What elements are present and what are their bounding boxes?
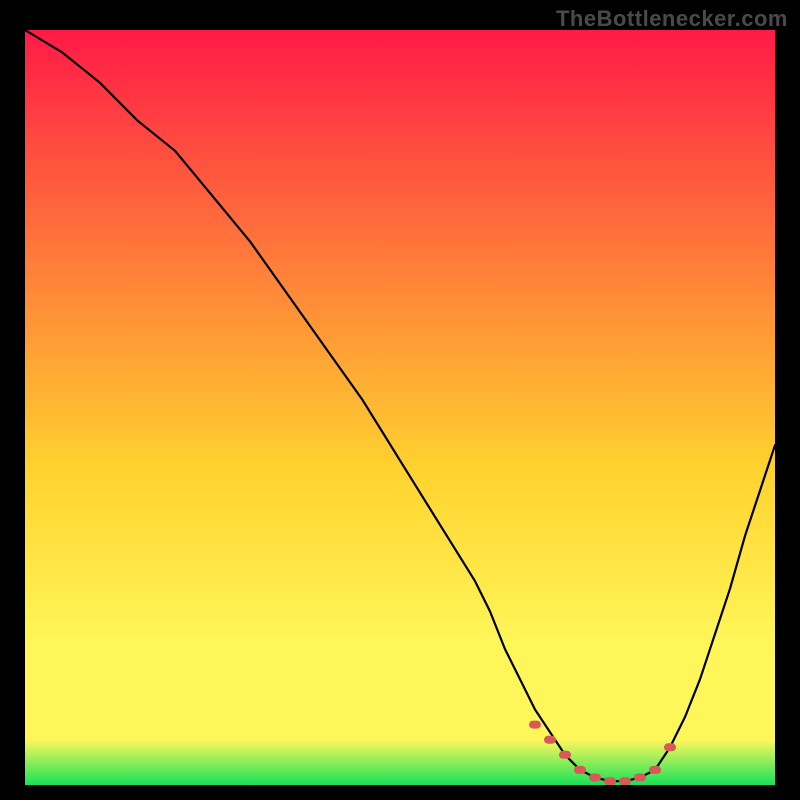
optimal-marker bbox=[649, 766, 661, 774]
plot-area bbox=[25, 30, 775, 785]
optimal-marker bbox=[559, 751, 571, 759]
optimal-marker bbox=[619, 777, 631, 785]
optimal-marker bbox=[634, 774, 646, 782]
chart-frame: TheBottlenecker.com bbox=[0, 0, 800, 800]
watermark: TheBottlenecker.com bbox=[556, 6, 788, 32]
gradient-background bbox=[25, 30, 775, 785]
optimal-marker bbox=[589, 774, 601, 782]
optimal-marker bbox=[529, 721, 541, 729]
optimal-marker bbox=[544, 736, 556, 744]
optimal-marker bbox=[664, 743, 676, 751]
optimal-marker bbox=[604, 777, 616, 785]
bottleneck-chart bbox=[25, 30, 775, 785]
optimal-marker bbox=[574, 766, 586, 774]
